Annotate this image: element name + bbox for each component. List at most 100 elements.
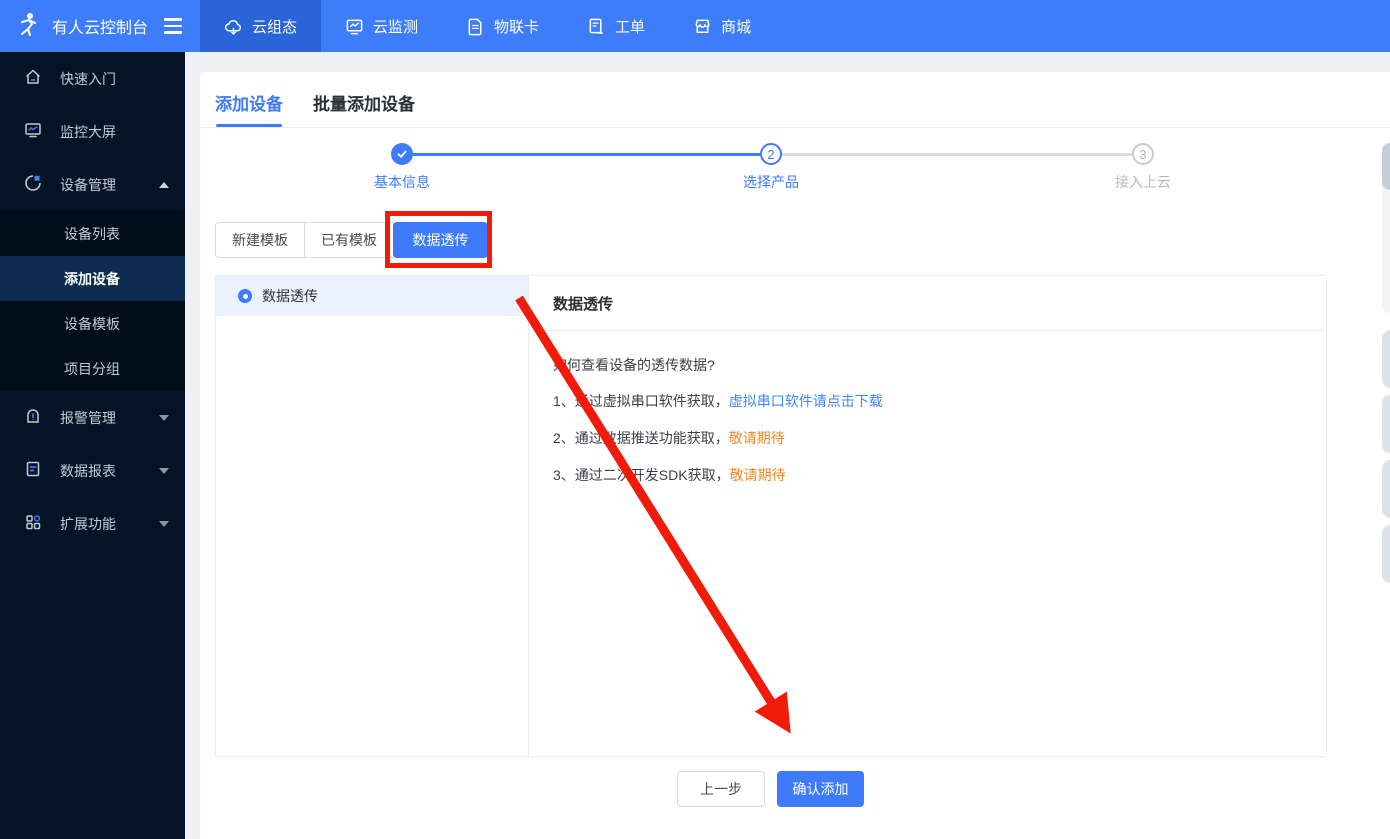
floating-toolbar-button[interactable]	[1382, 525, 1390, 583]
chevron-down-icon	[159, 467, 169, 474]
sidebar-subitem-label: 项目分组	[64, 360, 120, 377]
detail-line-text: 1、通过虚拟串口软件获取，	[553, 393, 729, 409]
topnav-tab-iot-card[interactable]: 物联卡	[442, 0, 563, 52]
download-link[interactable]: 虚拟串口软件请点击下载	[729, 393, 883, 409]
sidebar-item-label: 扩展功能	[60, 515, 116, 532]
previous-step-button[interactable]: 上一步	[677, 771, 765, 807]
sidebar-item-data-report[interactable]: 数据报表	[0, 444, 185, 497]
list-item-label: 数据透传	[262, 288, 318, 304]
step-2-circle: 2	[760, 143, 782, 165]
mode-tab-label: 数据透传	[412, 232, 469, 248]
detail-line-text: 3、通过二次开发SDK获取，	[553, 467, 730, 483]
topnav-tab-cloud-scada[interactable]: 云组态	[200, 0, 322, 52]
floating-toolbar-button[interactable]	[1382, 330, 1390, 388]
button-label: 确认添加	[792, 781, 849, 797]
sidebar-item-label: 设备管理	[60, 176, 116, 193]
sidebar-item-extensions[interactable]: 扩展功能	[0, 497, 185, 550]
step-number: 2	[767, 146, 775, 162]
topnav-tab-mall[interactable]: 商城	[669, 0, 775, 52]
option-list-pane: 数据透传	[216, 276, 529, 756]
sidebar-item-label: 监控大屏	[60, 123, 116, 140]
sidebar-item-project-group[interactable]: 项目分组	[0, 346, 185, 391]
coming-soon-note: 敬请期待	[729, 467, 786, 483]
step-2-label: 选择产品	[743, 174, 799, 190]
topnav-tab-work-order[interactable]: 工单	[563, 0, 669, 52]
step-connector-pending	[782, 153, 1132, 156]
topbar: 有人云控制台 云组态 云监测 物联卡 工单 商城	[0, 0, 1390, 52]
sidebar-item-add-device[interactable]: 添加设备	[0, 256, 185, 301]
check-icon	[397, 150, 407, 159]
step-number: 3	[1139, 146, 1147, 162]
sidebar-item-device-template[interactable]: 设备模板	[0, 301, 185, 346]
dashboard-icon	[24, 121, 42, 142]
coming-soon-note: 敬请期待	[728, 430, 785, 446]
detail-pane: 数据透传 如何查看设备的透传数据? 1、通过虚拟串口软件获取，虚拟串口软件请点击…	[529, 276, 1326, 756]
brand-logo-icon	[14, 10, 42, 43]
tab-batch-add-device[interactable]: 批量添加设备	[313, 90, 415, 129]
step-3-label: 接入上云	[1115, 174, 1171, 190]
topnav-tab-cloud-monitor[interactable]: 云监测	[321, 0, 442, 52]
mode-tab-existing-template[interactable]: 已有模板	[304, 222, 394, 258]
chevron-down-icon	[159, 520, 169, 527]
alarm-icon	[24, 407, 42, 428]
sidebar-item-label: 报警管理	[60, 409, 116, 426]
step-1-circle	[391, 143, 413, 165]
brand: 有人云控制台	[0, 0, 200, 52]
mode-tab-new-template[interactable]: 新建模板	[215, 222, 305, 258]
menu-toggle-icon[interactable]	[164, 18, 183, 34]
step-connector-done	[413, 153, 760, 156]
step-1-label: 基本信息	[374, 174, 430, 190]
floating-toolbar-button[interactable]	[1382, 395, 1390, 453]
tab-label: 批量添加设备	[313, 95, 415, 114]
device-pie-icon	[24, 174, 42, 195]
detail-line-text: 2、通过数据推送功能获取，	[553, 430, 729, 446]
sim-card-icon	[466, 17, 485, 36]
sidebar-item-label: 数据报表	[60, 462, 116, 479]
template-mode-tabs: 新建模板 已有模板 数据透传	[215, 222, 488, 258]
detail-title: 数据透传	[529, 276, 1326, 331]
top-navigation: 云组态 云监测 物联卡 工单 商城	[200, 0, 775, 52]
floating-scroll-thumb[interactable]	[1382, 143, 1390, 190]
sidebar-item-alarm-management[interactable]: 报警管理	[0, 391, 185, 444]
wizard-steps: 2 3 基本信息 选择产品 接入上云	[200, 128, 1390, 208]
chevron-up-icon	[159, 181, 169, 188]
topnav-tab-label: 工单	[615, 18, 646, 36]
detail-body: 如何查看设备的透传数据? 1、通过虚拟串口软件获取，虚拟串口软件请点击下载 2、…	[529, 331, 1326, 486]
sidebar-subitem-label: 添加设备	[64, 270, 120, 287]
detail-line-3: 3、通过二次开发SDK获取，敬请期待	[553, 465, 1302, 486]
topnav-tab-label: 物联卡	[494, 18, 540, 36]
cloud-icon	[224, 17, 243, 36]
topnav-tab-label: 商城	[721, 18, 752, 36]
sidebar-item-device-management[interactable]: 设备管理	[0, 158, 185, 211]
brand-title: 有人云控制台	[52, 20, 149, 37]
report-icon	[24, 460, 42, 481]
device-management-submenu: 设备列表 添加设备 设备模板 项目分组	[0, 211, 185, 391]
mode-tab-data-passthrough[interactable]: 数据透传	[393, 222, 488, 258]
confirm-add-button[interactable]: 确认添加	[777, 771, 864, 807]
sidebar-item-quick-start[interactable]: 快速入门	[0, 52, 185, 105]
tab-label: 添加设备	[215, 95, 283, 114]
sidebar-item-device-list[interactable]: 设备列表	[0, 211, 185, 256]
passthrough-panel: 数据透传 数据透传 如何查看设备的透传数据? 1、通过虚拟串口软件获取，虚拟串口…	[215, 275, 1327, 757]
topnav-tab-label: 云组态	[252, 18, 298, 36]
radio-selected-icon[interactable]	[238, 289, 252, 303]
button-label: 上一步	[700, 781, 742, 797]
chevron-down-icon	[159, 414, 169, 421]
detail-line-1: 1、通过虚拟串口软件获取，虚拟串口软件请点击下载	[553, 391, 1302, 412]
store-icon	[693, 17, 712, 36]
mode-tab-label: 新建模板	[232, 232, 288, 248]
apps-icon	[24, 513, 42, 534]
step-3-circle: 3	[1132, 143, 1154, 165]
sidebar-item-monitor-screen[interactable]: 监控大屏	[0, 105, 185, 158]
work-order-icon	[587, 17, 606, 36]
monitor-chart-icon	[345, 17, 364, 36]
list-item-data-passthrough[interactable]: 数据透传	[216, 276, 528, 316]
sidebar: 快速入门 监控大屏 设备管理 设备列表 添加设备 设备模板 项目分组 报警管理 …	[0, 52, 185, 839]
sidebar-item-label: 快速入门	[60, 70, 116, 87]
floating-toolbar-button[interactable]	[1382, 460, 1390, 518]
mode-tab-label: 已有模板	[321, 232, 377, 248]
sidebar-subitem-label: 设备列表	[64, 225, 120, 242]
detail-question: 如何查看设备的透传数据?	[553, 357, 715, 373]
topnav-tab-label: 云监测	[373, 18, 419, 36]
detail-line-2: 2、通过数据推送功能获取，敬请期待	[553, 428, 1302, 449]
